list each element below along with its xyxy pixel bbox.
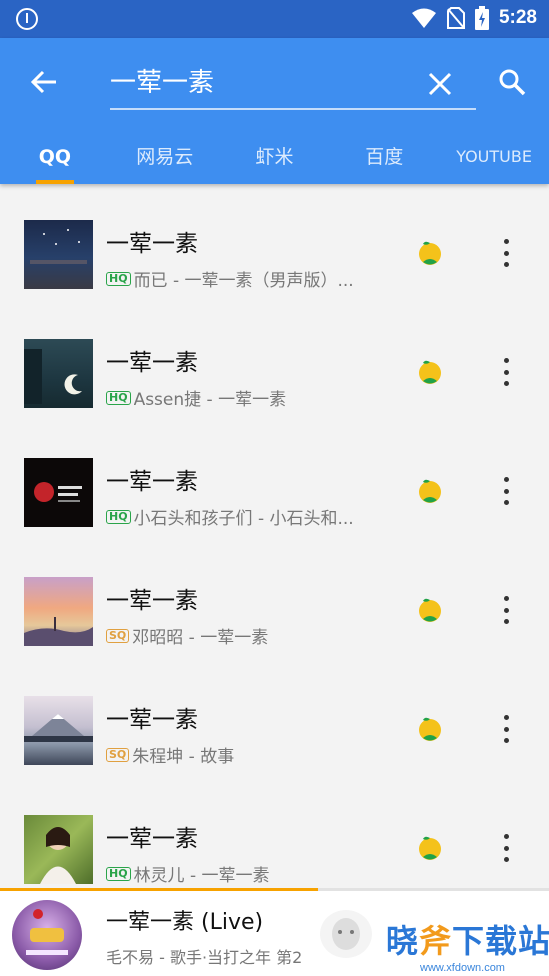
song-title: 一荤一素 [106, 707, 198, 733]
song-title: 一荤一素 [106, 350, 198, 376]
watermark-url: www.xfdown.com [420, 962, 505, 974]
song-row[interactable]: 一荤一素 HQ 小石头和孩子们 - 小石头和... [0, 422, 549, 541]
search-query-text: 一荤一素 [110, 68, 215, 98]
watermark-logo: 晓斧下载站 [386, 916, 549, 962]
no-sim-icon [446, 7, 465, 29]
quality-badge: HQ [106, 866, 131, 881]
mini-player[interactable]: 一荤一素 (Live) 毛不易 - 歌手·当打之年 第2 晓斧下载站 www.x… [0, 888, 549, 976]
watermark-char: 斧 [419, 922, 453, 960]
cover-art [24, 714, 93, 742]
album-cover [24, 220, 93, 289]
song-subtitle: HQ 林灵儿 - 一荤一素 [106, 861, 376, 886]
search-icon [499, 69, 526, 96]
song-row[interactable]: 一荤一素 HQ 而已 - 一荤一素（男声版）... [0, 184, 549, 303]
more-options-button[interactable] [492, 593, 520, 627]
more-options-button[interactable] [492, 355, 520, 389]
arrow-back-icon [30, 70, 56, 94]
wifi-icon [411, 8, 436, 28]
qq-music-icon [419, 717, 441, 741]
music-note-icon [16, 8, 38, 30]
tab-netease[interactable]: 网易云 [110, 130, 220, 184]
more-options-button[interactable] [492, 236, 520, 270]
tab-label: 百度 [365, 146, 404, 168]
album-cover [24, 458, 93, 527]
now-playing-title: 一荤一素 (Live) [106, 910, 264, 935]
more-options-button[interactable] [492, 474, 520, 508]
album-cover [24, 339, 93, 408]
status-time: 5:28 [498, 7, 537, 28]
status-bar: 5:28 [0, 0, 549, 38]
tab-label: 虾米 [255, 146, 294, 168]
battery-charging-icon [474, 6, 489, 30]
tab-xiami[interactable]: 虾米 [220, 130, 330, 184]
quality-badge: HQ [106, 271, 131, 286]
tab-label: QQ [38, 146, 72, 168]
quality-badge: SQ [106, 747, 130, 762]
quality-badge: SQ [106, 628, 130, 643]
artist-album-text: 朱程坤 - 故事 [132, 747, 235, 767]
playback-progress-bar[interactable] [0, 888, 549, 891]
quality-badge: HQ [106, 390, 131, 405]
cover-art [26, 909, 68, 955]
search-button[interactable] [490, 60, 534, 104]
close-icon [428, 72, 452, 96]
cover-art [24, 349, 82, 404]
cover-art [30, 229, 87, 264]
tab-qq[interactable]: QQ [0, 130, 110, 184]
song-title: 一荤一素 [106, 231, 198, 257]
song-subtitle: HQ 小石头和孩子们 - 小石头和... [106, 504, 376, 529]
now-playing-cover [12, 900, 82, 970]
watermark-sheep-logo [320, 910, 372, 958]
artist-album-text: 林灵儿 - 一荤一素 [133, 866, 270, 886]
back-button[interactable] [22, 60, 66, 104]
song-row[interactable]: 一荤一素 HQ Assen捷 - 一荤一素 [0, 303, 549, 422]
song-title: 一荤一素 [106, 826, 198, 852]
qq-music-icon [419, 241, 441, 265]
tab-label: 网易云 [136, 146, 194, 168]
qq-music-icon [419, 479, 441, 503]
song-subtitle: HQ 而已 - 一荤一素（男声版）... [106, 266, 376, 291]
cover-art [34, 482, 82, 502]
song-subtitle: SQ 邓昭昭 - 一荤一素 [106, 623, 376, 648]
artist-album-text: 小石头和孩子们 - 小石头和... [133, 509, 354, 529]
song-row[interactable]: 一荤一素 SQ 邓昭昭 - 一荤一素 [0, 541, 549, 660]
artist-album-text: 而已 - 一荤一素（男声版）... [133, 271, 354, 291]
tab-label: YOUTUBE [456, 147, 532, 166]
clear-search-button[interactable] [418, 62, 462, 106]
song-subtitle: SQ 朱程坤 - 故事 [106, 742, 376, 767]
quality-badge: HQ [106, 509, 131, 524]
song-list: 一荤一素 HQ 而已 - 一荤一素（男声版）... 一荤一素 HQ Assen捷 -… [0, 184, 549, 898]
song-row[interactable]: 一荤一素 HQ 林灵儿 - 一荤一素 [0, 779, 549, 898]
source-tabs: QQ 网易云 虾米 百度 YOUTUBE [0, 130, 549, 184]
song-title: 一荤一素 [106, 588, 198, 614]
artist-album-text: 邓昭昭 - 一荤一素 [132, 628, 269, 648]
watermark-char: 晓 [386, 922, 420, 960]
playback-progress-fill [0, 888, 319, 891]
cover-art [40, 827, 76, 884]
tab-youtube[interactable]: YOUTUBE [439, 130, 549, 184]
tab-baidu[interactable]: 百度 [329, 130, 439, 184]
watermark-char: 下载站 [452, 922, 549, 960]
album-cover [24, 696, 93, 765]
qq-music-icon [419, 836, 441, 860]
song-subtitle: HQ Assen捷 - 一荤一素 [106, 385, 376, 410]
artist-album-text: Assen捷 - 一荤一素 [133, 390, 287, 410]
song-title: 一荤一素 [106, 469, 198, 495]
song-row[interactable]: 一荤一素 SQ 朱程坤 - 故事 [0, 660, 549, 779]
qq-music-icon [419, 360, 441, 384]
album-cover [24, 577, 93, 646]
album-cover [24, 815, 93, 884]
now-playing-subtitle: 毛不易 - 歌手·当打之年 第2 [106, 948, 303, 967]
qq-music-icon [419, 598, 441, 622]
cover-art [24, 617, 93, 646]
more-options-button[interactable] [492, 831, 520, 865]
more-options-button[interactable] [492, 712, 520, 746]
search-app-bar: 一荤一素 QQ 网易云 虾米 百度 YOUTUBE [0, 38, 549, 184]
